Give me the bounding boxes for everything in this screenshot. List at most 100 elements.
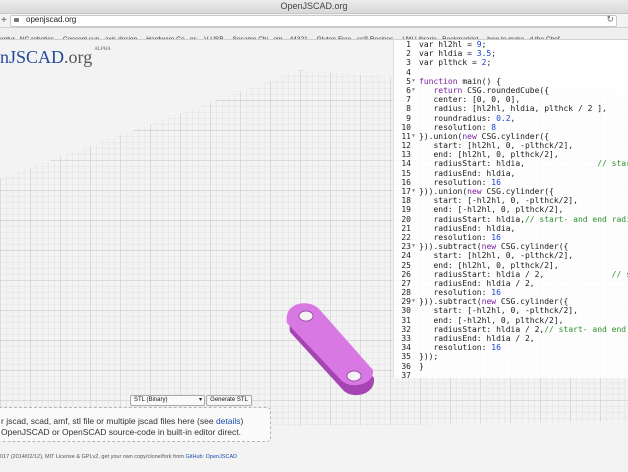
code-text: })).union(new CSG.cylinder({	[419, 187, 554, 196]
footer-text: 017 (2014/02/12), MIT License & GPLv2, g…	[0, 454, 186, 460]
logo-text: nJSCAD	[0, 47, 65, 67]
lock-icon	[14, 18, 19, 22]
code-line[interactable]: 14 radiusStart: hldia, // start-	[394, 159, 628, 168]
fold-arrow-icon[interactable]: ▼	[412, 187, 415, 196]
code-line[interactable]: 28 resolution: 16	[394, 288, 628, 297]
code-token: resolution:	[419, 122, 492, 132]
generate-stl-button[interactable]: Generate STL	[206, 395, 252, 406]
fold-arrow-icon[interactable]: ▼	[412, 132, 415, 141]
code-line[interactable]: 9 roundradius: 0.2,	[394, 114, 628, 123]
line-number: 5	[406, 76, 411, 86]
code-line[interactable]: 5 ▼ function main() {	[394, 77, 628, 86]
code-line[interactable]: 26 radiusStart: hldia / 2, // st	[394, 270, 628, 279]
fold-arrow-icon[interactable]: ▼	[412, 77, 415, 86]
code-token: CSG.roundedCube({	[467, 85, 550, 95]
line-number: 30	[401, 306, 411, 316]
url-text: openjscad.org	[26, 15, 77, 24]
code-editor[interactable]: 1 var hl2hl = 9; 2 var hldia = 3.5; 3 var plt…	[393, 40, 628, 378]
logo-alpha-tag: ALPHA	[94, 47, 111, 52]
code-line[interactable]: 2 var hldia = 3.5;	[394, 49, 628, 58]
code-token: new	[467, 187, 487, 196]
code-line[interactable]: 35}));	[394, 352, 628, 361]
drop-instructions: r jscad, scad, amf, stl file or multiple…	[1, 416, 243, 426]
code-text: radiusEnd: hldia / 2,	[419, 279, 534, 288]
code-token: function	[419, 76, 463, 86]
line-number: 26	[401, 269, 411, 279]
code-token: CSG.cylinder({	[481, 131, 550, 141]
code-token: end: [-hl2hl, 0, plthck/2],	[419, 205, 564, 215]
code-line[interactable]: 33 radiusEnd: hldia / 2,	[394, 334, 628, 343]
line-number: 31	[401, 315, 411, 325]
new-tab-icon[interactable]: +	[1, 14, 7, 27]
fold-arrow-icon[interactable]: ▼	[412, 86, 415, 95]
code-line[interactable]: 13 end: [hl2hl, 0, plthck/2],	[394, 150, 628, 159]
line-number: 11	[401, 131, 411, 141]
code-line[interactable]: 21 radiusEnd: hldia,	[394, 224, 628, 233]
code-line[interactable]: 12 start: [hl2hl, 0, -plthck/2],	[394, 141, 628, 150]
github-link[interactable]: GitHub: OpenJSCAD	[185, 454, 237, 460]
openjscad-logo[interactable]: nJSCAD.org ALPHA	[0, 47, 111, 68]
drop-instructions-2: OpenJSCAD or OpenSCAD source-code in bui…	[1, 427, 241, 437]
code-line[interactable]: 7 center: [0, 0, 0],	[394, 95, 628, 104]
code-line[interactable]: 32 radiusStart: hldia / 2,// start- and …	[394, 325, 628, 334]
code-line[interactable]: 18 start: [-hl2hl, 0, -plthck/2],	[394, 196, 628, 205]
code-line[interactable]: 15 radiusEnd: hldia,	[394, 169, 628, 178]
code-line[interactable]: 17 ▼ })).union(new CSG.cylinder({	[394, 187, 628, 196]
line-number: 15	[401, 168, 411, 178]
code-token: }).union(	[419, 131, 463, 141]
details-link[interactable]: details	[216, 416, 241, 426]
code-token: end: [-hl2hl, 0, plthck/2],	[419, 315, 564, 325]
code-token: new	[462, 131, 482, 141]
format-select[interactable]: STL (Binary) ▾	[130, 395, 205, 406]
code-line[interactable]: 31 end: [-hl2hl, 0, plthck/2],	[394, 316, 628, 325]
line-number: 3	[406, 58, 411, 68]
code-line[interactable]: 25 end: [hl2hl, 0, plthck/2],	[394, 261, 628, 270]
code-line[interactable]: 1 var hl2hl = 9;	[394, 40, 628, 49]
code-line[interactable]: 34 resolution: 16	[394, 343, 628, 352]
fold-arrow-icon[interactable]: ▼	[412, 242, 415, 251]
code-token: CSG.cylinder({	[500, 242, 569, 252]
bookmarks-bar: entur...NC robotics Concept sup...axis de…	[0, 28, 628, 40]
code-token: }	[419, 361, 424, 371]
code-line[interactable]: 11 ▼ }).union(new CSG.cylinder({	[394, 132, 628, 141]
code-line[interactable]: 20 radiusStart: hldia,// start- and end …	[394, 215, 628, 224]
line-number: 12	[401, 141, 411, 151]
code-line[interactable]: 24 start: [hl2hl, 0, -plthck/2],	[394, 251, 628, 260]
code-line[interactable]: 16 resolution: 16	[394, 178, 628, 187]
fold-arrow-icon[interactable]: ▼	[412, 297, 415, 306]
format-value: STL (Binary)	[134, 397, 168, 403]
code-line[interactable]: 29 ▼})).subtract(new CSG.cylinder({	[394, 297, 628, 306]
code-line[interactable]: 36}	[394, 362, 628, 371]
3d-viewer[interactable]: nJSCAD.org ALPHA 1 var hl2hl = 9; 2 var hldi…	[0, 40, 628, 472]
code-token: var hl2hl =	[419, 40, 477, 49]
code-line[interactable]: 37	[394, 371, 628, 378]
code-line[interactable]: 6 ▼ return CSG.roundedCube({	[394, 86, 628, 95]
file-drop-zone[interactable]: r jscad, scad, amf, stl file or multiple…	[0, 407, 271, 442]
code-text: }).union(new CSG.cylinder({	[419, 132, 549, 141]
code-line[interactable]: 3 var plthck = 2;	[394, 58, 628, 67]
code-line[interactable]: 8 radius: [hl2hl, hldia, plthck / 2 ],	[394, 104, 628, 113]
reload-icon[interactable]: ↻	[606, 14, 614, 25]
code-line[interactable]: 22 resolution: 16	[394, 233, 628, 242]
line-number: 18	[401, 196, 411, 206]
code-line[interactable]: 30 start: [-hl2hl, 0, -plthck/2],	[394, 306, 628, 315]
code-text: }	[419, 362, 424, 371]
line-number: 17	[401, 187, 411, 196]
code-line[interactable]: 19 end: [-hl2hl, 0, plthck/2],	[394, 205, 628, 214]
code-token: resolution:	[419, 343, 492, 353]
code-line[interactable]: 4	[394, 68, 628, 77]
code-line[interactable]: 10 resolution: 8	[394, 123, 628, 132]
line-number: 4	[406, 67, 411, 77]
drop-instructions-pre: r jscad, scad, amf, stl file or multiple…	[1, 416, 216, 426]
code-line[interactable]: 27 radiusEnd: hldia / 2,	[394, 279, 628, 288]
code-token: 16	[491, 288, 501, 298]
url-field[interactable]: openjscad.org ↻	[10, 14, 617, 27]
line-number: 13	[401, 150, 411, 160]
line-number: 7	[406, 95, 411, 105]
code-token: // st	[611, 269, 628, 279]
code-token: 16	[491, 232, 501, 242]
code-token: radiusStart: hldia,	[419, 159, 598, 169]
line-number: 19	[401, 205, 411, 215]
code-line[interactable]: 23 ▼})).subtract(new CSG.cylinder({	[394, 242, 628, 251]
